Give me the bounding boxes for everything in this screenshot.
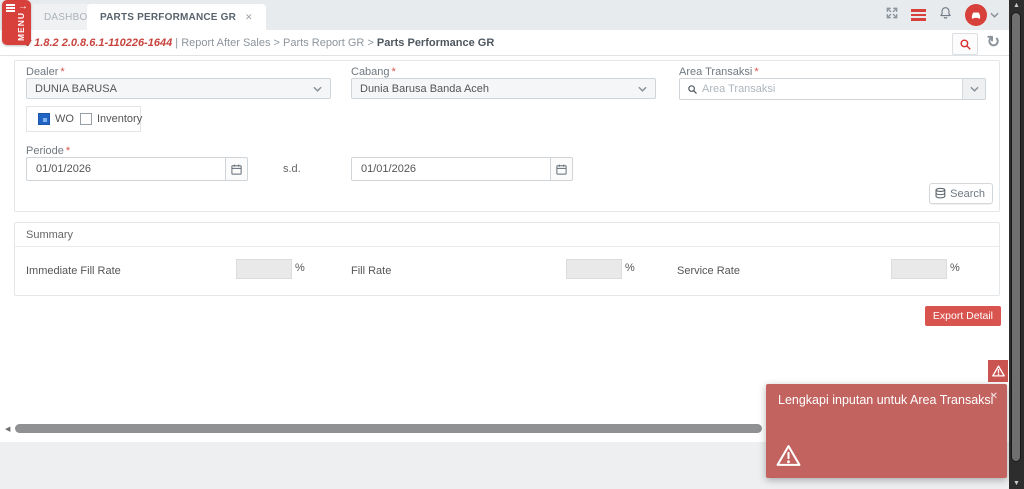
chevron-down-icon [990,12,999,18]
calendar-icon[interactable] [225,157,248,181]
periode-from-input[interactable] [26,157,225,181]
percent-sign: % [295,262,305,274]
menu-arrow-icon: → [18,1,28,12]
dealer-label: Dealer* [26,66,65,78]
periode-separator: s.d. [283,163,301,175]
cabang-value: Dunia Barusa Banda Aceh [360,83,489,95]
vertical-scrollbar: ▲ ▼ [1009,0,1024,489]
scroll-down-arrow[interactable]: ▼ [1009,480,1024,487]
toast-notification: Lengkapi inputan untuk Area Transaksi ✕ [766,384,1007,478]
summary-title: Summary [26,229,73,241]
car-icon [969,8,983,22]
immediate-fill-rate-label: Immediate Fill Rate [26,265,121,277]
area-transaksi-dropdown-button[interactable] [962,79,985,99]
service-rate-label: Service Rate [677,265,740,277]
fill-rate-label: Fill Rate [351,265,391,277]
wo-checkbox[interactable] [38,113,50,125]
periode-to-input[interactable] [351,157,550,181]
summary-header: Summary [15,223,999,247]
scroll-left-arrow[interactable]: ◀ [5,425,10,433]
export-detail-button[interactable]: Export Detail [925,306,1001,326]
scroll-up-arrow[interactable]: ▲ [1009,2,1024,9]
bell-icon[interactable] [938,5,953,26]
dealer-select[interactable]: DUNIA BARUSA [26,78,331,99]
inventory-checkbox-label: Inventory [97,113,142,125]
area-transaksi-combo [679,78,986,100]
global-search-button[interactable] [952,33,978,55]
breadcrumb-level1: Report After Sales [181,37,270,49]
warning-badge[interactable] [988,360,1008,382]
calendar-icon[interactable] [550,157,573,181]
warning-triangle-icon [776,444,801,472]
menu-label: MENU [16,12,26,41]
chevron-down-icon [313,86,322,92]
wo-checkbox-group[interactable]: WO [38,113,74,125]
breadcrumb-level2: Parts Report GR [283,37,364,49]
tab-active-label: PARTS PERFORMANCE GR [100,12,236,23]
chevron-down-icon [970,86,979,92]
search-button[interactable]: Search [929,183,993,204]
type-checkbox-group: WO Inventory [26,106,141,132]
database-search-icon [934,186,948,202]
wo-checkbox-label: WO [55,113,74,125]
breadcrumb-bar: v 1.8.2 2.0.8.6.1-110226-1644 | Report A… [0,30,1009,56]
inventory-checkbox-group[interactable]: Inventory [80,113,142,125]
breadcrumb: v 1.8.2 2.0.8.6.1-110226-1644 | Report A… [25,37,494,49]
fill-rate-value [566,259,622,279]
filter-panel: Dealer* DUNIA BARUSA Cabang* Dunia Barus… [14,60,1000,212]
breadcrumb-divider: | [175,37,178,49]
percent-sign: % [625,262,635,274]
user-avatar [965,4,987,26]
refresh-icon[interactable]: ↻ [987,32,1000,52]
tab-close-icon[interactable]: ✕ [245,12,253,23]
toast-message: Lengkapi inputan untuk Area Transaksi [778,393,993,407]
cabang-select[interactable]: Dunia Barusa Banda Aceh [351,78,656,99]
chevron-down-icon [638,86,647,92]
breadcrumb-current: Parts Performance GR [377,37,494,49]
expand-icon[interactable] [885,6,899,25]
close-icon[interactable]: ✕ [990,391,998,402]
search-button-label: Search [950,188,985,200]
percent-sign: % [950,262,960,274]
warning-triangle-icon [992,365,1005,377]
menu-flap[interactable]: → MENU [2,0,31,45]
periode-label: Periode* [26,145,70,157]
dealer-value: DUNIA BARUSA [35,83,117,95]
periode-to-group [351,157,573,181]
summary-row: Immediate Fill Rate % Fill Rate % Servic… [15,247,999,295]
menu-burger-icon [6,4,15,14]
top-tab-bar: DASHBOARD PARTS PERFORMANCE GR ✕ [0,0,1009,30]
immediate-fill-rate-value [236,259,292,279]
cabang-label: Cabang* [351,66,396,78]
breadcrumb-sep: > [367,37,373,49]
breadcrumb-sep: > [274,37,280,49]
hamburger-icon[interactable] [911,7,926,24]
area-transaksi-input[interactable] [698,79,962,99]
area-transaksi-label: Area Transaksi* [679,66,759,78]
vertical-scrollbar-thumb[interactable] [1011,12,1021,462]
summary-panel: Summary Immediate Fill Rate % Fill Rate … [14,222,1000,296]
service-rate-value [891,259,947,279]
app-version: v 1.8.2 2.0.8.6.1-110226-1644 [25,37,172,49]
user-menu[interactable] [965,4,999,26]
tab-parts-performance-gr[interactable]: PARTS PERFORMANCE GR ✕ [87,4,266,30]
inventory-checkbox[interactable] [80,113,92,125]
search-icon [680,79,698,99]
search-icon [959,38,972,51]
horizontal-scrollbar-thumb[interactable] [15,424,762,433]
periode-from-group [26,157,248,181]
